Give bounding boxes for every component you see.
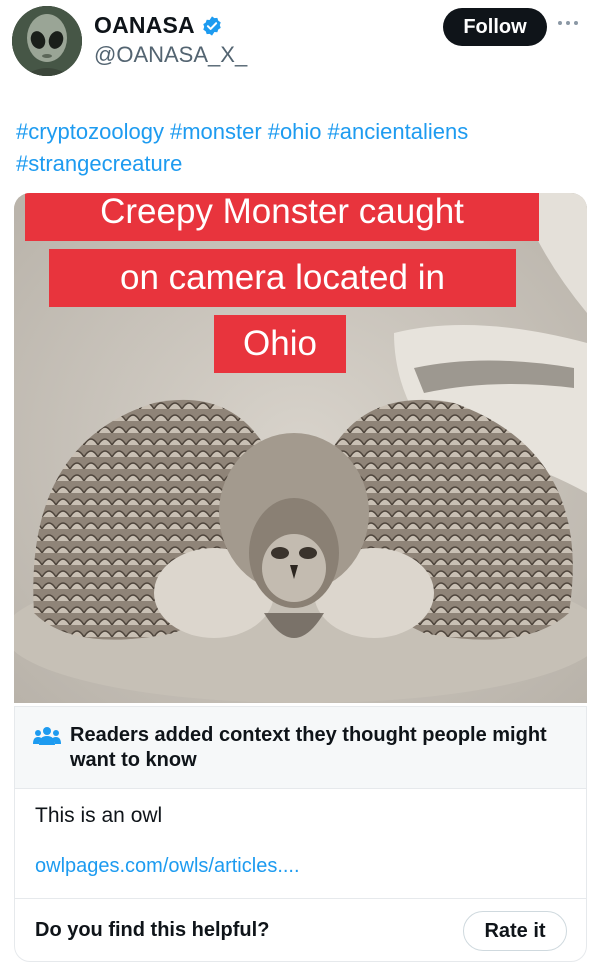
alien-avatar-image	[12, 6, 82, 76]
dot	[558, 21, 562, 25]
community-note-title: Readers added context they thought peopl…	[70, 724, 547, 771]
post-header: OANASA @OANASA_X_ Follow	[0, 0, 599, 90]
hashtag-link[interactable]: #cryptozoology	[16, 119, 164, 144]
hashtag-link[interactable]: #strangecreature	[16, 151, 182, 176]
people-icon	[33, 727, 61, 745]
community-note: Readers added context they thought peopl…	[14, 706, 587, 962]
community-note-body: This is an owl	[35, 804, 163, 827]
community-note-source-link[interactable]: owlpages.com/owls/articles....	[35, 855, 300, 878]
dot	[566, 21, 570, 25]
avatar[interactable]	[12, 6, 82, 76]
dot	[574, 21, 578, 25]
post-text: #cryptozoology #monster #ohio #ancientalien…	[16, 116, 586, 180]
hashtag-link[interactable]: #monster	[170, 119, 262, 144]
follow-button[interactable]: Follow	[443, 8, 547, 46]
author-display-name[interactable]: OANASA	[94, 12, 195, 39]
post-media-image[interactable]: Creepy Monster caught on camera located …	[14, 193, 587, 703]
caption-line: on camera located in	[49, 249, 516, 307]
more-horizontal-icon[interactable]	[558, 17, 584, 29]
caption-line: Ohio	[214, 315, 346, 373]
author-handle[interactable]: @OANASA_X_	[94, 42, 247, 68]
verified-badge-icon	[203, 15, 221, 36]
hashtag-link[interactable]: #ohio	[268, 119, 322, 144]
divider	[15, 898, 586, 899]
caption-line: Creepy Monster caught	[25, 193, 539, 241]
hashtag-link[interactable]: #ancientaliens	[328, 119, 469, 144]
author-name-row: OANASA	[94, 12, 223, 39]
community-note-header: Readers added context they thought peopl…	[15, 707, 586, 789]
helpful-question: Do you find this helpful?	[35, 919, 270, 941]
rate-it-button[interactable]: Rate it	[463, 911, 567, 951]
